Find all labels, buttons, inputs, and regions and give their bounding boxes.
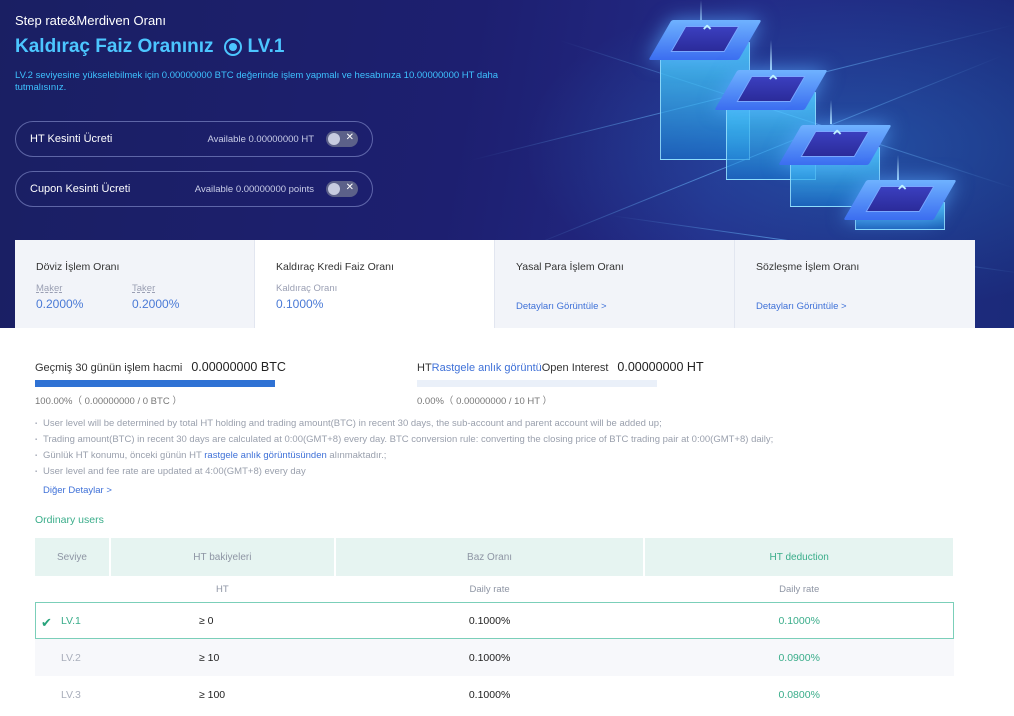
tab-title: Kaldıraç Kredi Faiz Oranı	[276, 261, 394, 273]
level-up-description: LV.2 seviyesine yükselebilmek için 0.000…	[15, 70, 499, 93]
ht-prefix: HT	[417, 362, 432, 374]
ht-cell: ≥ 10	[109, 639, 335, 676]
deduction-rate-cell: 0.0800%	[778, 688, 820, 701]
ht-deduction-label: HT Kesinti Ücreti	[30, 133, 113, 145]
toggle-knob	[328, 183, 340, 195]
table-header: Seviye HT bakiyeleri Baz Oranı HT deduct…	[35, 538, 955, 576]
base-rate-cell: 0.1000%	[468, 688, 511, 701]
ht-holding: HT Rastgele anlık görüntü Open Interest 0.…	[417, 360, 704, 374]
section-title: Ordinary users	[35, 514, 104, 526]
note-item: User level and fee rate are updated at 4…	[35, 464, 935, 480]
subheader-cell	[35, 576, 111, 602]
maker-value: 0.2000%	[36, 297, 84, 311]
trade-volume-progress-fill	[35, 380, 275, 387]
spark	[770, 40, 772, 70]
trade-volume-percent: 100.00%（ 0.00000000 / 0 BTC ）	[35, 396, 182, 407]
coupon-deduction-label: Cupon Kesinti Ücreti	[30, 183, 131, 195]
coupon-deduction-toggle[interactable]: ✕	[326, 181, 358, 197]
margin-rate-label: Kaldıraç Oranı	[276, 283, 338, 294]
snapshot-note-link[interactable]: rastgele anlık görüntüsünden	[204, 450, 327, 461]
deduction-rate-cell: 0.1000%	[778, 614, 820, 627]
taker-value: 0.2000%	[132, 297, 180, 311]
hero-tagline: Step rate&Merdiven Oranı	[15, 13, 167, 28]
trade-volume-progress	[35, 380, 275, 387]
note-item: Trading amount(BTC) in recent 30 days ar…	[35, 432, 935, 448]
table-row: ✔ LV.1 ≥ 0 0.1000% 0.1000%	[35, 602, 954, 639]
deduction-rate-cell: 0.0900%	[644, 639, 954, 676]
rate-tabs: Döviz İşlem Oranı Maker 0.2000% Taker 0.…	[15, 240, 975, 328]
ht-cell: ≥ 0	[198, 614, 214, 627]
trade-volume-label: Geçmiş 30 günün işlem hacmi	[35, 362, 183, 374]
hero-cube: ⌃	[843, 180, 957, 230]
tab-title: Sözleşme İşlem Oranı	[756, 261, 860, 273]
title-text: Kaldıraç Faiz Oranınız	[15, 36, 214, 57]
fiat-details-link[interactable]: Detayları Görüntüle >	[516, 301, 607, 312]
check-icon: ✔	[41, 614, 52, 630]
base-rate-cell: 0.1000%	[334, 639, 645, 676]
subheader-cell: Daily rate	[334, 576, 646, 602]
header-level: Seviye	[35, 538, 111, 576]
tab-margin-rate[interactable]: Kaldıraç Kredi Faiz Oranı Kaldıraç Oranı…	[255, 240, 495, 328]
note-item: User level will be determined by total H…	[35, 416, 935, 432]
tab-contract-rate[interactable]: Sözleşme İşlem Oranı Detayları Görüntüle…	[735, 240, 975, 328]
header-ht-deduction: HT deduction	[644, 538, 955, 576]
taker-label: Taker	[132, 283, 156, 294]
medal-icon	[223, 38, 242, 56]
spark	[897, 155, 899, 181]
ht-deduction-row: HT Kesinti Ücreti Available 0.00000000 H…	[15, 121, 373, 157]
ht-cell: ≥ 100	[198, 688, 226, 701]
open-interest-label: Open Interest	[541, 362, 609, 374]
tab-spot-rate[interactable]: Döviz İşlem Oranı Maker 0.2000% Taker 0.…	[15, 240, 255, 328]
margin-rate-value: 0.1000%	[276, 297, 324, 311]
level-cell: ✔ LV.1	[41, 614, 81, 630]
table-subheader: HT Daily rate Daily rate	[35, 576, 955, 602]
tab-fiat-rate[interactable]: Yasal Para İşlem Oranı Detayları Görüntü…	[495, 240, 735, 328]
ht-deduction-toggle[interactable]: ✕	[326, 131, 358, 147]
tab-title: Yasal Para İşlem Oranı	[516, 261, 624, 273]
toggle-knob	[328, 133, 340, 145]
maker-label: Maker	[36, 283, 63, 294]
page-title: Kaldıraç Faiz Oranınız LV.1	[15, 36, 284, 58]
level-cell: LV.2	[35, 639, 110, 676]
coupon-deduction-row: Cupon Kesinti Ücreti Available 0.0000000…	[15, 171, 373, 207]
note-item: Günlük HT konumu, önceki günün HT rastge…	[35, 448, 935, 464]
rates-card: Döviz İşlem Oranı Maker 0.2000% Taker 0.…	[15, 240, 975, 716]
ht-holding-value: 0.00000000 HT	[617, 360, 704, 374]
contract-details-link[interactable]: Detayları Görüntüle >	[756, 301, 847, 312]
rules-notes: User level will be determined by total H…	[35, 416, 935, 480]
trade-volume: Geçmiş 30 günün işlem hacmi 0.00000000 B…	[35, 360, 286, 374]
base-rate-cell: 0.1000%	[468, 614, 511, 627]
subheader-cell: HT	[109, 576, 336, 602]
subheader-cell: Daily rate	[644, 576, 955, 602]
coupon-available: Available 0.00000000 points	[194, 183, 314, 195]
tab-title: Döviz İşlem Oranı	[36, 261, 120, 273]
ht-holding-percent: 0.00%（ 0.00000000 / 10 HT ）	[417, 396, 553, 407]
close-icon: ✕	[345, 132, 354, 143]
more-details-link[interactable]: Diğer Detaylar >	[43, 485, 112, 496]
snapshot-link[interactable]: Rastgele anlık görüntü	[432, 362, 542, 374]
ht-holding-progress	[417, 380, 657, 387]
close-icon: ✕	[345, 182, 354, 193]
table-row: LV.3 ≥ 100 0.1000% 0.0800%	[35, 676, 954, 713]
header-ht-balance: HT bakiyeleri	[109, 538, 336, 576]
level-cell: LV.3	[61, 688, 81, 701]
level-text: LV.1	[247, 36, 285, 57]
level-table: Seviye HT bakiyeleri Baz Oranı HT deduct…	[35, 538, 955, 713]
ht-available: Available 0.00000000 HT	[207, 133, 314, 145]
header-base-rate: Baz Oranı	[334, 538, 646, 576]
spark	[830, 100, 832, 124]
table-row: LV.2 ≥ 10 0.1000% 0.0900%	[35, 639, 954, 676]
trade-volume-value: 0.00000000 BTC	[191, 360, 286, 374]
